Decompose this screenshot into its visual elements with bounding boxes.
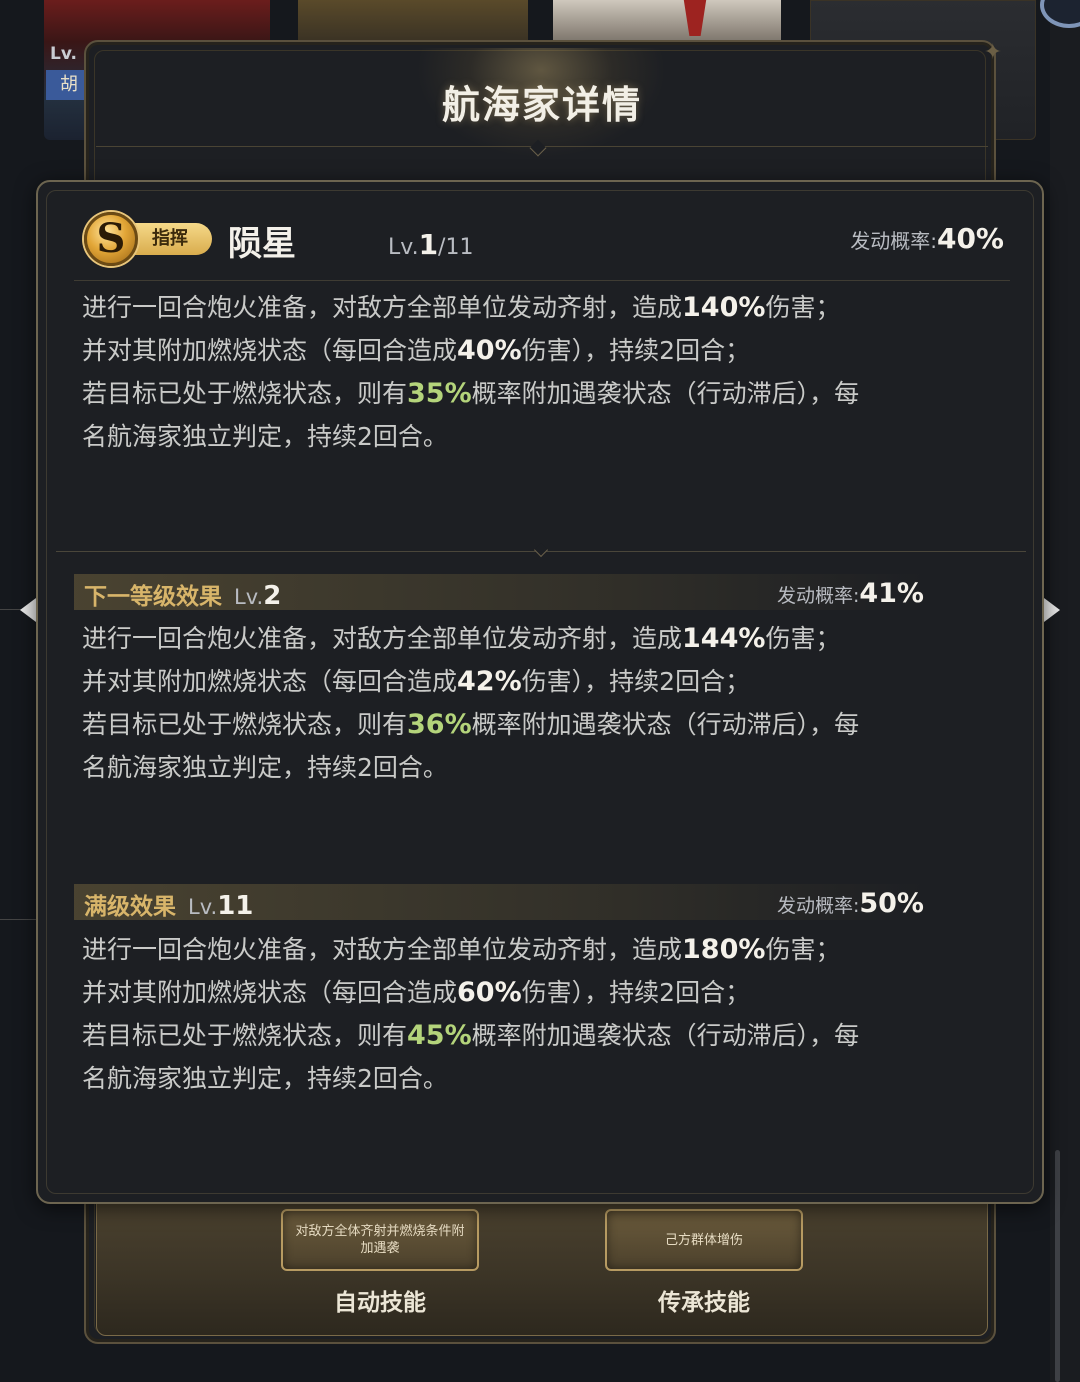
header-divider — [74, 280, 1010, 281]
desc-line: 进行一回合炮火准备，对敌方全部单位发动齐射，造成144%伤害； — [82, 617, 1002, 660]
skill-detail-popup: 指挥 S 陨星 Lv.1/11 发动概率:40% 进行一回合炮火准备，对敌方全部… — [36, 180, 1044, 1204]
skills-footer: 对敌方全体齐射并燃烧条件附加遇袭 自动技能 己方群体增伤 传承技能 — [96, 1192, 988, 1336]
desc-text: 进行一回合炮火准备，对敌方全部单位发动齐射，造成 — [82, 293, 683, 322]
max-level-description: 进行一回合炮火准备，对敌方全部单位发动齐射，造成180%伤害； 并对其附加燃烧状… — [82, 928, 1002, 1100]
skill-description: 进行一回合炮火准备，对敌方全部单位发动齐射，造成140%伤害； 并对其附加燃烧状… — [82, 286, 1002, 458]
section-level: Lv.11 — [188, 891, 253, 921]
desc-text: 进行一回合炮火准备，对敌方全部单位发动齐射，造成 — [82, 624, 683, 653]
desc-text: 若目标已处于燃烧状态，则有 — [82, 1021, 408, 1050]
auto-skill-label: 自动技能 — [334, 1290, 426, 1316]
desc-line: 并对其附加燃烧状态（每回合造成42%伤害），持续2回合； — [82, 660, 1002, 703]
desc-text: 并对其附加燃烧状态（每回合造成 — [82, 336, 458, 365]
desc-text: 伤害； — [765, 624, 841, 653]
desc-line: 若目标已处于燃烧状态，则有36%概率附加遇袭状态（行动滞后），每 — [82, 703, 1002, 746]
next-level-description: 进行一回合炮火准备，对敌方全部单位发动齐射，造成144%伤害； 并对其附加燃烧状… — [82, 617, 1002, 789]
desc-line: 若目标已处于燃烧状态，则有45%概率附加遇袭状态（行动滞后），每 — [82, 1014, 1002, 1057]
prob-label: 发动概率: — [776, 895, 860, 917]
card-name: 胡 — [46, 70, 86, 100]
ambush-chance: 45% — [407, 1020, 472, 1051]
desc-text: 概率附加遇袭状态（行动滞后），每 — [471, 379, 860, 408]
level-prefix: Lv. — [234, 585, 264, 609]
desc-line: 名航海家独立判定，持续2回合。 — [82, 753, 448, 782]
desc-line: 进行一回合炮火准备，对敌方全部单位发动齐射，造成140%伤害； — [82, 286, 1002, 329]
desc-text: 并对其附加燃烧状态（每回合造成 — [82, 978, 458, 1007]
level-value: 2 — [263, 581, 282, 611]
ambush-chance: 36% — [407, 709, 472, 740]
desc-text: 进行一回合炮火准备，对敌方全部单位发动齐射，造成 — [82, 935, 683, 964]
desc-line: 进行一回合炮火准备，对敌方全部单位发动齐射，造成180%伤害； — [82, 928, 1002, 971]
desc-text: 并对其附加燃烧状态（每回合造成 — [82, 667, 458, 696]
desc-text: 伤害），持续2回合； — [521, 667, 751, 696]
level-prefix: Lv. — [188, 895, 218, 919]
burn-value: 42% — [457, 666, 522, 697]
inherit-skill-slot[interactable]: 己方群体增伤 — [605, 1209, 803, 1271]
card-level: Lv. — [50, 44, 77, 64]
section-level: Lv.2 — [234, 581, 281, 611]
max-level-header: 满级效果 Lv.11 发动概率:50% — [74, 884, 924, 921]
panel-title: 航海家详情 — [441, 82, 642, 127]
next-arrow-icon[interactable] — [1044, 598, 1060, 622]
burn-value: 40% — [457, 335, 522, 366]
desc-line: 名航海家独立判定，持续2回合。 — [82, 1064, 448, 1093]
inherit-skill-label: 传承技能 — [658, 1290, 750, 1316]
prob-value: 40% — [936, 222, 1004, 255]
max-level-probability: 发动概率:50% — [777, 888, 924, 919]
card-art — [683, 0, 707, 36]
level-value: 11 — [217, 891, 254, 921]
next-level-probability: 发动概率:41% — [777, 578, 924, 609]
skill-level: Lv.1/11 — [388, 228, 473, 261]
desc-text: 伤害； — [765, 935, 841, 964]
scrollbar[interactable] — [1055, 1150, 1060, 1382]
desc-text: 伤害），持续2回合； — [521, 336, 751, 365]
desc-line: 并对其附加燃烧状态（每回合造成40%伤害），持续2回合； — [82, 329, 1002, 372]
prob-value: 41% — [859, 578, 924, 609]
prob-label: 发动概率: — [776, 585, 860, 607]
desc-text: 伤害； — [765, 293, 841, 322]
skill-header: 指挥 S 陨星 Lv.1/11 发动概率:40% — [82, 210, 1012, 270]
prev-arrow-icon[interactable] — [20, 598, 36, 622]
burn-value: 60% — [457, 977, 522, 1008]
desc-text: 若目标已处于燃烧状态，则有 — [82, 379, 408, 408]
desc-text: 伤害），持续2回合； — [521, 978, 751, 1007]
damage-value: 180% — [682, 934, 766, 965]
desc-line: 若目标已处于燃烧状态，则有35%概率附加遇袭状态（行动滞后），每 — [82, 372, 1002, 415]
max-level-title: 满级效果 Lv.11 — [84, 887, 253, 921]
prob-value: 50% — [859, 888, 924, 919]
guide-line — [0, 919, 36, 920]
skill-type-tag: 指挥 — [126, 223, 212, 255]
desc-text: 概率附加遇袭状态（行动滞后），每 — [471, 1021, 860, 1050]
next-level-title: 下一等级效果 Lv.2 — [84, 577, 281, 611]
sparkle-icon: ✦ — [983, 40, 1002, 65]
desc-text: 若目标已处于燃烧状态，则有 — [82, 710, 408, 739]
auto-skill-slot[interactable]: 对敌方全体齐射并燃烧条件附加遇袭 — [281, 1209, 479, 1271]
level-prefix: Lv. — [388, 235, 419, 260]
skill-name: 陨星 — [228, 224, 296, 264]
desc-line: 名航海家独立判定，持续2回合。 — [82, 422, 448, 451]
trigger-probability: 发动概率:40% — [850, 222, 1004, 255]
section-label: 满级效果 — [84, 894, 176, 920]
ambush-chance: 35% — [407, 378, 472, 409]
level-current: 1 — [418, 228, 439, 261]
s-rank-icon: S — [84, 212, 138, 266]
damage-value: 140% — [682, 292, 766, 323]
next-level-header: 下一等级效果 Lv.2 发动概率:41% — [74, 574, 924, 611]
level-max: /11 — [438, 235, 474, 260]
damage-value: 144% — [682, 623, 766, 654]
desc-line: 并对其附加燃烧状态（每回合造成60%伤害），持续2回合； — [82, 971, 1002, 1014]
prob-label: 发动概率: — [850, 229, 937, 253]
section-label: 下一等级效果 — [84, 584, 222, 610]
desc-text: 概率附加遇袭状态（行动滞后），每 — [471, 710, 860, 739]
